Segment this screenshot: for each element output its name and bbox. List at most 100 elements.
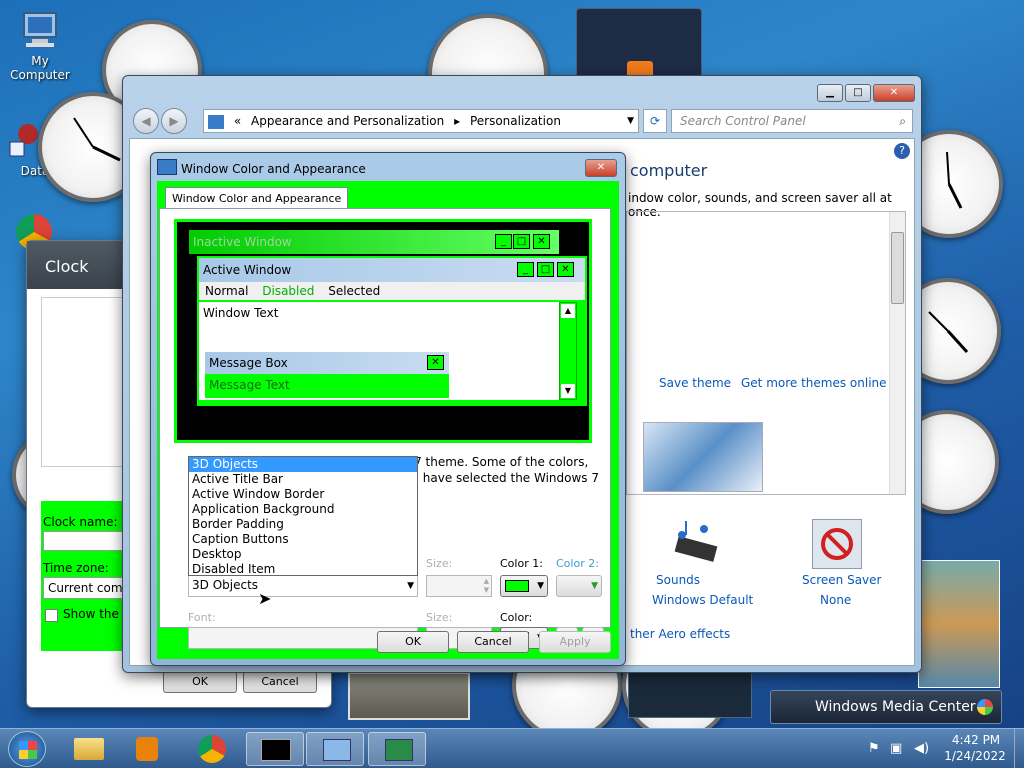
personalization-icon xyxy=(385,739,413,761)
chevron-down-icon: ▼ xyxy=(591,581,598,591)
color2-picker[interactable]: ▼ xyxy=(556,575,602,597)
breadcrumb-chevron-icon: « xyxy=(233,114,242,128)
screen-saver-value[interactable]: None xyxy=(820,593,851,607)
window-text-label: Window Text xyxy=(203,306,279,320)
apply-button[interactable]: Apply xyxy=(539,631,611,653)
menu-disabled: Disabled xyxy=(262,284,315,298)
media-center-gadget[interactable]: Windows Media Center xyxy=(770,690,1002,724)
cancel-button[interactable]: Cancel xyxy=(457,631,529,653)
theme-scrollbar[interactable] xyxy=(889,212,905,494)
taskbar-control-panel[interactable] xyxy=(306,732,364,766)
breadcrumb-item[interactable]: Appearance and Personalization xyxy=(251,114,444,128)
clock-name-label: Clock name: xyxy=(43,515,118,529)
my-computer-desktop-icon[interactable]: My Computer xyxy=(0,10,80,82)
inactive-window-title: Inactive Window xyxy=(193,235,292,249)
help-icon[interactable]: ? xyxy=(894,143,910,159)
message-box-title: Message Box xyxy=(209,356,288,370)
search-placeholder: Search Control Panel xyxy=(680,114,806,128)
minimize-icon: _ xyxy=(517,262,534,277)
item-option[interactable]: Disabled Item xyxy=(189,562,417,577)
page-heading: computer xyxy=(630,161,708,180)
address-dropdown-icon[interactable]: ▼ xyxy=(627,110,634,132)
save-theme-link[interactable]: Save theme xyxy=(659,376,731,390)
taskbar-cmd[interactable] xyxy=(246,732,304,766)
folder-icon xyxy=(74,738,104,760)
screen-saver-link[interactable]: Screen Saver xyxy=(802,573,881,587)
item-option[interactable]: Application Background xyxy=(189,502,417,517)
address-bar[interactable]: « Appearance and Personalization ▸ Perso… xyxy=(203,109,639,133)
search-input[interactable]: Search Control Panel ⌕ xyxy=(671,109,913,133)
clock-time[interactable]: 4:42 PM xyxy=(950,733,1002,747)
clock-ok-button[interactable]: OK xyxy=(163,671,237,693)
taskbar: ⚑ ▣ ◀) 4:42 PM 1/24/2022 xyxy=(0,728,1024,768)
theme-thumbnail[interactable] xyxy=(643,422,763,492)
active-window-titlebar: Active Window _ □ ✕ xyxy=(199,258,585,282)
tab-label: Window Color and Appearance xyxy=(172,192,342,205)
clock-date[interactable]: 1/24/2022 xyxy=(942,749,1008,763)
taskbar-media-player[interactable] xyxy=(118,732,176,766)
window-color-dialog: Window Color and Appearance ✕ Window Col… xyxy=(150,152,626,666)
preview-scrollbar: ▲ ▼ xyxy=(559,302,577,400)
menu-bar-preview: Normal Disabled Selected xyxy=(199,282,585,300)
color1-label: Color 1: xyxy=(500,557,543,570)
item-size-spinner[interactable]: ▲ ▼ xyxy=(426,575,492,597)
menu-normal: Normal xyxy=(205,284,249,298)
taskbar-explorer[interactable] xyxy=(60,732,118,766)
maximize-button[interactable]: □ xyxy=(845,84,871,102)
clock-cancel-button[interactable]: Cancel xyxy=(243,671,317,693)
item-option[interactable]: Active Title Bar xyxy=(189,472,417,487)
maximize-icon: □ xyxy=(537,262,554,277)
sounds-icon[interactable] xyxy=(670,519,726,569)
media-player-icon xyxy=(136,737,158,761)
spinner-down-icon: ▼ xyxy=(483,586,489,594)
volume-icon[interactable]: ◀) xyxy=(914,741,929,756)
forward-button[interactable]: ▶ xyxy=(161,108,187,134)
inactive-window-titlebar: Inactive Window _ □ ✕ xyxy=(189,230,559,254)
font-label: Font: xyxy=(188,611,216,624)
item-option[interactable]: Caption Buttons xyxy=(189,532,417,547)
color1-picker[interactable]: ▼ xyxy=(500,575,548,597)
scrollbar-thumb[interactable] xyxy=(891,232,904,304)
spinner-up-icon: ▲ xyxy=(483,577,489,585)
ok-button[interactable]: OK xyxy=(377,631,449,653)
taskbar-personalization[interactable] xyxy=(368,732,426,766)
desktop-icon-label: My Computer xyxy=(10,54,70,82)
sounds-value[interactable]: Windows Default xyxy=(652,593,753,607)
get-more-themes-link[interactable]: Get more themes online xyxy=(741,376,887,390)
close-button[interactable]: ✕ xyxy=(873,84,915,102)
show-checkbox[interactable] xyxy=(45,609,58,622)
item-dropdown-list[interactable]: 3D Objects Active Title Bar Active Windo… xyxy=(188,456,418,576)
show-desktop-button[interactable] xyxy=(1014,729,1024,768)
dialog-icon xyxy=(157,159,177,175)
shortcut-icon xyxy=(0,120,42,160)
chevron-down-icon: ▼ xyxy=(407,581,414,591)
item-select[interactable]: 3D Objects ▼ xyxy=(188,575,418,597)
search-icon[interactable]: ⌕ xyxy=(899,110,906,132)
sounds-link[interactable]: Sounds xyxy=(656,573,700,587)
scroll-down-icon: ▼ xyxy=(561,384,575,398)
close-icon: ✕ xyxy=(427,355,444,370)
item-option[interactable]: Border Padding xyxy=(189,517,417,532)
minimize-icon: _ xyxy=(495,234,512,249)
network-icon[interactable]: ▣ xyxy=(890,741,902,756)
dialog-body: Window Color and Appearance Inactive Win… xyxy=(157,181,619,659)
taskbar-chrome[interactable] xyxy=(184,732,242,766)
item-option[interactable]: 3D Objects xyxy=(189,457,417,472)
breadcrumb-item[interactable]: Personalization xyxy=(470,114,561,128)
screen-saver-icon[interactable] xyxy=(812,519,862,569)
scroll-up-icon: ▲ xyxy=(561,304,575,318)
item-select-value: 3D Objects xyxy=(192,578,259,592)
back-button[interactable]: ◀ xyxy=(133,108,159,134)
appearance-preview: Inactive Window _ □ ✕ Active Window _ □ … xyxy=(174,219,592,443)
item-option[interactable]: Active Window Border xyxy=(189,487,417,502)
minimize-button[interactable]: ▁ xyxy=(817,84,843,102)
message-box-titlebar: Message Box ✕ xyxy=(205,352,449,374)
item-option[interactable]: Desktop xyxy=(189,547,417,562)
refresh-button[interactable]: ⟳ xyxy=(643,109,667,133)
aero-effects-link[interactable]: ther Aero effects xyxy=(630,627,730,641)
time-zone-label: Time zone: xyxy=(43,561,109,575)
start-button[interactable] xyxy=(8,731,46,767)
action-center-icon[interactable]: ⚑ xyxy=(868,741,880,756)
tab-window-color[interactable]: Window Color and Appearance xyxy=(165,187,349,209)
dialog-close-button[interactable]: ✕ xyxy=(585,159,617,177)
